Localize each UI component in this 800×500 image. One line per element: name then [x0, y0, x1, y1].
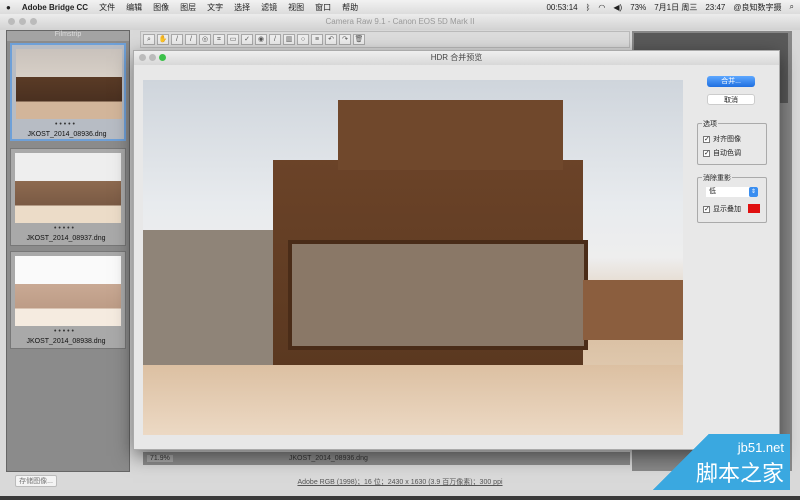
search-icon[interactable]: ⌕ [790, 2, 794, 12]
label: 显示叠加 [713, 206, 741, 213]
user[interactable]: @良知数字摄 [733, 2, 781, 13]
graduated-filter-icon[interactable]: ▥ [283, 34, 295, 45]
hand-tool-icon[interactable]: ✋ [157, 34, 169, 45]
radial-filter-icon[interactable]: ○ [297, 34, 309, 45]
menu-type[interactable]: 文字 [207, 2, 223, 13]
window-title: Camera Raw 9.1 - Canon EOS 5D Mark II [0, 14, 800, 30]
minimize-button[interactable] [19, 18, 26, 25]
red-eye-icon[interactable]: ◉ [255, 34, 267, 45]
deghost-title: 消除重影 [702, 173, 732, 183]
dialog-title: HDR 合并预览 [134, 51, 779, 65]
spot-removal-icon[interactable]: ✓ [241, 34, 253, 45]
options-group: 选项 ✓ 对齐图像 ✓ 自动色调 [697, 119, 767, 165]
wifi-icon[interactable]: ◠ [598, 3, 605, 12]
rating[interactable]: • • • • • [11, 225, 117, 232]
cancel-button[interactable]: 取消 [707, 94, 755, 105]
apple-icon[interactable]: ● [6, 3, 11, 12]
battery[interactable]: 73% [630, 3, 646, 12]
watermark-site: jb51.net [737, 440, 784, 455]
zoom-tool-icon[interactable]: ⌕ [143, 34, 155, 45]
app-menu[interactable]: Adobe Bridge CC [22, 3, 88, 12]
hdr-merge-dialog: HDR 合并预览 合并... 取消 选项 ✓ 对齐图像 ✓ 自动色调 消除重影 低 ⇕… [133, 50, 780, 450]
thumbnail-name: JKOST_2014_08938.dng [26, 338, 106, 345]
label: 自动色调 [713, 150, 741, 157]
side-wall [143, 230, 273, 370]
merge-button[interactable]: 合并... [707, 76, 755, 87]
hdr-preview-image [143, 80, 683, 435]
rotate-right-icon[interactable]: ↷ [339, 34, 351, 45]
save-image-button[interactable]: 存储图像... [15, 475, 57, 487]
menu-view[interactable]: 视图 [288, 2, 304, 13]
date: 7月1日 周三 [654, 2, 698, 12]
straighten-icon[interactable]: ▭ [227, 34, 239, 45]
ground [143, 365, 683, 435]
options-title: 选项 [702, 119, 718, 129]
bluetooth-icon[interactable]: ᛒ [586, 3, 591, 12]
thumbnail[interactable]: • • • • • JKOST_2014_08937.dng [10, 148, 126, 246]
distant-building [583, 280, 683, 340]
show-overlay-checkbox[interactable]: ✓ 显示叠加 [703, 204, 741, 214]
close-button[interactable] [8, 18, 15, 25]
thumbnail-name: JKOST_2014_08936.dng [27, 131, 107, 138]
menu-window[interactable]: 窗口 [315, 2, 331, 13]
menu-edit[interactable]: 编辑 [126, 2, 142, 13]
deghost-select[interactable]: 低 ⇕ [706, 187, 758, 197]
align-images-checkbox[interactable]: ✓ 对齐图像 [703, 134, 741, 144]
building-top [338, 100, 563, 170]
label: 对齐图像 [713, 136, 741, 143]
thumbnail[interactable]: • • • • • JKOST_2014_08936.dng [10, 43, 126, 141]
thumbnail-image [15, 256, 121, 326]
zoom-button[interactable] [30, 18, 37, 25]
deghost-group: 消除重影 低 ⇕ ✓ 显示叠加 [697, 173, 767, 223]
thumbnail[interactable]: • • • • • JKOST_2014_08938.dng [10, 251, 126, 349]
thumbnail-name: JKOST_2014_08937.dng [26, 235, 106, 242]
auto-tone-checkbox[interactable]: ✓ 自动色调 [703, 148, 741, 158]
select-value: 低 [709, 188, 716, 195]
menu-select[interactable]: 选择 [234, 2, 250, 13]
menu-help[interactable]: 帮助 [342, 2, 358, 13]
overlay-color-swatch[interactable] [748, 204, 760, 213]
menubar: ● Adobe Bridge CC 文件 编辑 图像 图层 文字 选择 滤镜 视… [0, 0, 800, 14]
menu-layer[interactable]: 图层 [180, 2, 196, 13]
watermark-name: 脚本之家 [695, 461, 784, 486]
file-name: JKOST_2014_08936.dng [288, 455, 368, 462]
white-balance-icon[interactable]: / [171, 34, 183, 45]
close-button[interactable] [139, 54, 146, 61]
zoom-button[interactable] [159, 54, 166, 61]
storefront-windows [288, 240, 588, 350]
menu-image[interactable]: 图像 [153, 2, 169, 13]
menu-file[interactable]: 文件 [99, 2, 115, 13]
bottom-bar: 71.9% JKOST_2014_08936.dng [143, 452, 630, 465]
zoom-level[interactable]: 71.9% [147, 455, 173, 462]
crop-icon[interactable]: ⌗ [213, 34, 225, 45]
clock[interactable]: 23:47 [705, 3, 725, 12]
menu-filter[interactable]: 滤镜 [261, 2, 277, 13]
color-sampler-icon[interactable]: / [185, 34, 197, 45]
preferences-icon[interactable]: ≡ [311, 34, 323, 45]
filmstrip: Filmstrip • • • • • JKOST_2014_08936.dng… [6, 30, 130, 472]
rating[interactable]: • • • • • [12, 121, 118, 128]
rotate-left-icon[interactable]: ↶ [325, 34, 337, 45]
thumbnail-image [16, 49, 122, 119]
minimize-button[interactable] [149, 54, 156, 61]
trash-icon[interactable]: 🗑 [353, 34, 365, 45]
chevron-updown-icon: ⇕ [749, 187, 758, 197]
volume-icon[interactable]: ◀) [613, 3, 622, 12]
workflow-options-link[interactable]: Adobe RGB (1998)；16 位；2430 x 1630 (3.9 百… [250, 477, 550, 487]
thumbnail-image [15, 153, 121, 223]
brush-icon[interactable]: / [269, 34, 281, 45]
rating[interactable]: • • • • • [11, 328, 117, 335]
filmstrip-header: Filmstrip [7, 31, 129, 41]
targeted-adjust-icon[interactable]: ◎ [199, 34, 211, 45]
timer: 00:53:14 [546, 2, 578, 12]
toolbar: ⌕ ✋ / / ◎ ⌗ ▭ ✓ ◉ / ▥ ○ ≡ ↶ ↷ 🗑 [140, 31, 630, 48]
watermark: jb51.net 脚本之家 [650, 434, 790, 490]
